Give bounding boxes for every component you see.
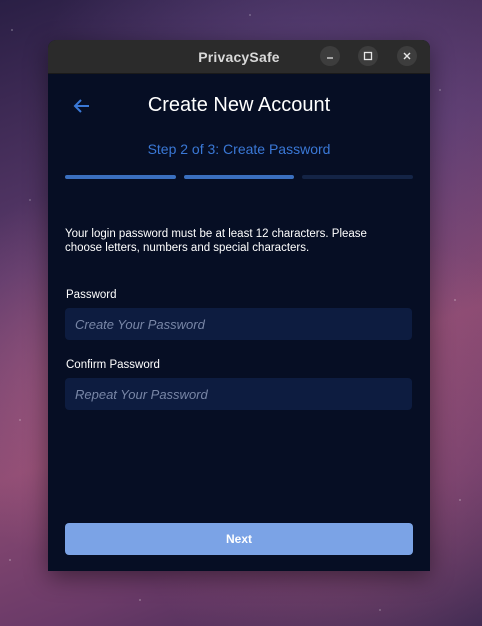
next-button[interactable]: Next <box>65 523 413 555</box>
title-bar[interactable]: PrivacySafe <box>48 40 430 74</box>
close-icon <box>403 52 411 60</box>
maximize-icon <box>363 51 373 61</box>
progress-segment-1 <box>65 175 176 179</box>
step-progress-bar <box>65 175 414 179</box>
signup-panel: Create New Account Step 2 of 3: Create P… <box>48 74 430 571</box>
confirm-password-label: Confirm Password <box>66 359 160 371</box>
password-label: Password <box>66 289 117 301</box>
password-input[interactable] <box>65 308 412 340</box>
step-indicator: Step 2 of 3: Create Password <box>147 141 331 157</box>
minimize-icon <box>327 57 333 59</box>
maximize-button[interactable] <box>358 46 378 66</box>
confirm-password-input[interactable] <box>65 378 412 410</box>
minimize-button[interactable] <box>320 46 340 66</box>
progress-segment-2 <box>183 175 295 179</box>
close-button[interactable] <box>397 46 417 66</box>
window-title: PrivacySafe <box>198 48 280 65</box>
app-window: PrivacySafe Create New Account Step 2 of… <box>48 40 430 571</box>
progress-segment-3 <box>302 175 414 179</box>
password-requirements-text: Your login password must be at least 12 … <box>65 228 367 254</box>
page-title: Create New Account <box>147 94 331 116</box>
